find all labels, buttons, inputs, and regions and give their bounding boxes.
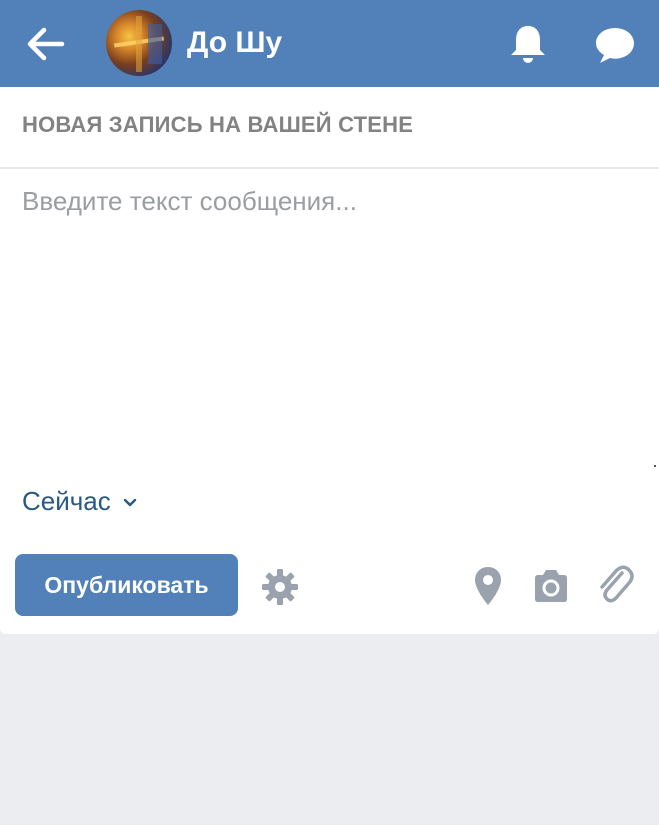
message-input[interactable] xyxy=(22,183,632,453)
back-button[interactable] xyxy=(24,24,68,64)
publish-time-select[interactable]: Сейчас xyxy=(22,484,137,518)
publish-time-label: Сейчас xyxy=(22,486,111,516)
add-photo-button[interactable] xyxy=(531,568,571,604)
divider xyxy=(0,167,659,169)
avatar-image-detail xyxy=(136,16,142,72)
app-header: До Шу xyxy=(0,0,659,87)
publish-button[interactable]: Опубликовать xyxy=(15,554,238,616)
composer-title: НОВАЯ ЗАПИСЬ НА ВАШЕЙ СТЕНЕ xyxy=(22,112,414,137)
camera-icon xyxy=(535,570,567,602)
paperclip-icon xyxy=(600,565,634,603)
add-location-button[interactable] xyxy=(472,565,504,607)
post-settings-button[interactable] xyxy=(260,567,300,607)
bell-icon xyxy=(511,26,545,63)
speech-bubble-icon xyxy=(596,28,634,63)
notifications-button[interactable] xyxy=(506,22,550,66)
attach-button[interactable] xyxy=(595,563,635,607)
messages-button[interactable] xyxy=(592,22,638,66)
new-post-card: НОВАЯ ЗАПИСЬ НА ВАШЕЙ СТЕНЕ Сейчас Опубл… xyxy=(0,87,659,634)
gear-icon xyxy=(262,569,298,605)
arrow-left-icon xyxy=(27,27,65,61)
avatar-image-detail xyxy=(148,24,162,64)
location-pin-icon xyxy=(475,567,501,605)
avatar[interactable] xyxy=(106,10,172,76)
chevron-down-icon xyxy=(123,498,136,507)
page-title[interactable]: До Шу xyxy=(187,23,282,63)
scroll-indicator xyxy=(654,465,656,467)
